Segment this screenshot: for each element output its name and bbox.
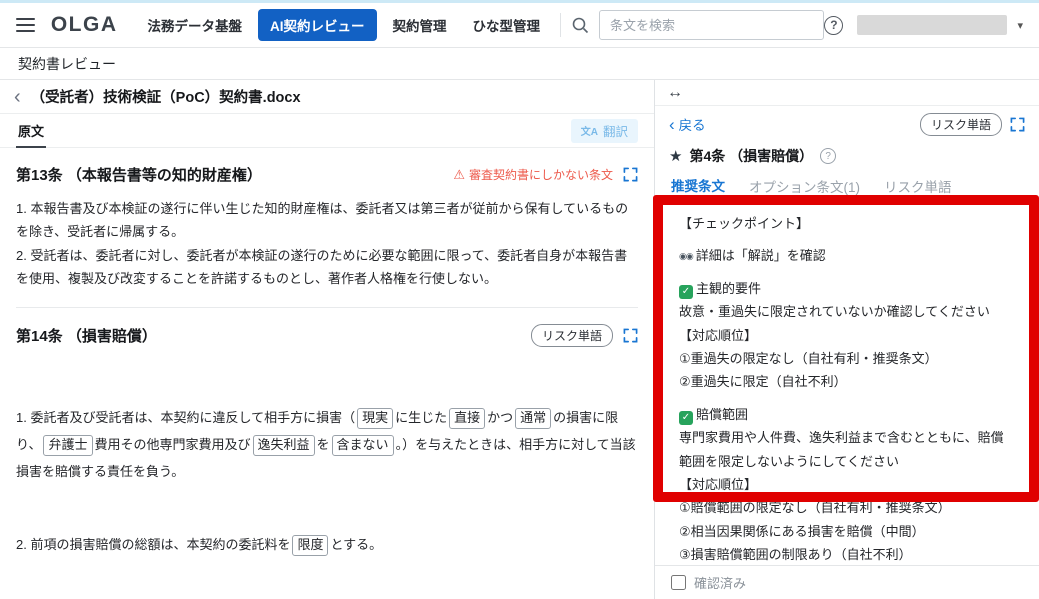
- text-segment: 1. 委託者及び受託者は、本契約に違反して相手方に損害（: [16, 410, 355, 425]
- risk-words-badge[interactable]: リスク単語: [531, 324, 613, 347]
- confirmed-checkbox[interactable]: [671, 575, 686, 590]
- checkpoint-block: ✓賠償範囲専門家費用や人件費、逸失利益まで含むとともに、賠償範囲を限定しないよう…: [679, 403, 1015, 565]
- reviewed-article-row: ★ 第4条 （損害賠償） ?: [655, 142, 1039, 170]
- checkpoint-block: ✓主観的要件故意・重過失に限定されていないか確認してください【対応順位】①重過失…: [679, 277, 1015, 394]
- article-14: 第14条 （損害賠償） リスク単語 1. 委託者及び受託者は、本契約に違反して相…: [16, 308, 638, 599]
- article-body: 1. 委託者及び受託者は、本契約に違反して相手方に損害（現実に生じた直接かつ通常…: [16, 359, 638, 599]
- back-label: 戻る: [679, 114, 706, 134]
- contract-document-panel: ‹ （受託者）技術検証（PoC）契約書.docx 原文 文A 翻訳 第13条 （…: [0, 80, 655, 599]
- document-header: ‹ （受託者）技術検証（PoC）契約書.docx: [0, 80, 654, 114]
- article-paragraph: 1. 委託者及び受託者は、本契約に違反して相手方に損害（現実に生じた直接かつ通常…: [16, 405, 638, 485]
- back-icon[interactable]: ‹: [14, 87, 21, 107]
- review-panel: ↔ ‹ 戻る リスク単語 ★ 第4条 （損害賠償）: [655, 80, 1039, 599]
- app-root: OLGA 法務データ基盤 AI契約レビュー 契約管理 ひな型管理 ? ▾ 契約書…: [0, 0, 1039, 599]
- help-icon[interactable]: ?: [824, 16, 843, 35]
- main-area: ‹ （受託者）技術検証（PoC）契約書.docx 原文 文A 翻訳 第13条 （…: [0, 80, 1039, 599]
- text-segment: とする。: [330, 537, 382, 552]
- nav-contract-management[interactable]: 契約管理: [383, 9, 457, 41]
- nav-template-management[interactable]: ひな型管理: [463, 9, 551, 41]
- menu-icon[interactable]: [16, 18, 35, 32]
- panel-resize-icon[interactable]: ↔: [667, 85, 683, 101]
- translate-button[interactable]: 文A 翻訳: [571, 119, 638, 143]
- warning-icon: ⚠: [453, 167, 465, 183]
- page-title-bar: 契約書レビュー: [0, 48, 1039, 80]
- text-segment: 2. 前項の損害賠償の総額は、本契約の委託料を: [16, 537, 290, 552]
- nav-divider: [560, 13, 561, 37]
- panel-back-row: ‹ 戻る リスク単語: [655, 106, 1039, 142]
- search-icon[interactable]: [571, 16, 589, 34]
- eyes-icon: ◉◉: [679, 248, 693, 264]
- risk-keyword[interactable]: 直接: [449, 408, 485, 429]
- user-account-redacted[interactable]: [857, 15, 1007, 35]
- risk-keyword[interactable]: 通常: [515, 408, 551, 429]
- checkpoint-block: ◉◉詳細は「解説」を確認: [679, 244, 1015, 267]
- nav-ai-contract-review[interactable]: AI契約レビュー: [258, 9, 377, 41]
- text-segment: かつ: [487, 410, 513, 425]
- text-segment: に生じた: [395, 410, 447, 425]
- article-13: 第13条 （本報告書等の知的財産権） ⚠ 審査契約書にしかない条文: [16, 148, 638, 308]
- checkpoint-content: 【チェックポイント】 ◉◉詳細は「解説」を確認 ✓主観的要件故意・重過失に限定されて…: [655, 202, 1039, 565]
- risk-words-badge[interactable]: リスク単語: [920, 113, 1002, 136]
- tab-risk-words[interactable]: リスク単語: [884, 170, 952, 201]
- chevron-left-icon: ‹: [669, 116, 675, 133]
- translate-label: 翻訳: [603, 121, 628, 140]
- nav-legal-data-platform[interactable]: 法務データ基盤: [138, 9, 253, 41]
- text-segment: を: [317, 437, 330, 452]
- article-title: 第13条 （本報告書等の知的財産権）: [16, 164, 262, 185]
- risk-keyword[interactable]: 逸失利益: [253, 435, 315, 456]
- expand-icon[interactable]: [623, 328, 638, 343]
- checkpoint-block: 【チェックポイント】: [679, 212, 1015, 235]
- article-paragraph: 2. 前項の損害賠償の総額は、本契約の委託料を限度とする。: [16, 532, 638, 559]
- page-title: 契約書レビュー: [18, 54, 116, 74]
- source-bar: 原文 文A 翻訳: [0, 114, 654, 148]
- expand-icon[interactable]: [1010, 117, 1025, 132]
- risk-keyword[interactable]: 限度: [292, 535, 328, 556]
- check-icon: ✓: [679, 285, 693, 299]
- back-link[interactable]: ‹ 戻る: [669, 114, 706, 134]
- top-nav-bar: OLGA 法務データ基盤 AI契約レビュー 契約管理 ひな型管理 ? ▾: [0, 3, 1039, 48]
- reviewed-article-title: 第4条 （損害賠償）: [689, 146, 813, 166]
- article-title: 第14条 （損害賠償）: [16, 325, 157, 346]
- risk-keyword[interactable]: 含まない: [332, 435, 394, 456]
- star-icon[interactable]: ★: [669, 147, 682, 165]
- expand-icon[interactable]: [623, 167, 638, 182]
- tab-recommended-clause[interactable]: 推奨条文: [671, 170, 725, 202]
- document-title: （受託者）技術検証（PoC）契約書.docx: [31, 86, 301, 107]
- risk-keyword[interactable]: 弁護士: [43, 435, 92, 456]
- panel-resize-row: ↔: [655, 80, 1039, 106]
- confirmed-label: 確認済み: [694, 573, 746, 592]
- review-only-clause-flag: ⚠ 審査契約書にしかない条文: [453, 166, 613, 183]
- olga-logo[interactable]: OLGA: [51, 13, 118, 37]
- review-tabs: 推奨条文 オプション条文(1) リスク単語: [655, 170, 1039, 202]
- original-text-tab[interactable]: 原文: [16, 114, 46, 148]
- main-nav: 法務データ基盤 AI契約レビュー 契約管理 ひな型管理: [138, 9, 551, 41]
- clause-search-input[interactable]: [599, 10, 825, 40]
- article-list: 第13条 （本報告書等の知的財産権） ⚠ 審査契約書にしかない条文: [0, 148, 654, 599]
- translate-icon: 文A: [581, 123, 598, 138]
- text-segment: 費用その他専門家費用及び: [95, 437, 251, 452]
- tab-option-clause[interactable]: オプション条文(1): [749, 170, 860, 201]
- chevron-down-icon[interactable]: ▾: [1017, 19, 1023, 32]
- confirm-bar: 確認済み: [655, 565, 1039, 599]
- check-icon: ✓: [679, 411, 693, 425]
- help-circle-icon[interactable]: ?: [820, 148, 836, 164]
- article-body: 1. 本報告書及び本検証の遂行に伴い生じた知的財産権は、委託者又は第三者が従前か…: [16, 197, 638, 291]
- risk-keyword[interactable]: 現実: [357, 408, 393, 429]
